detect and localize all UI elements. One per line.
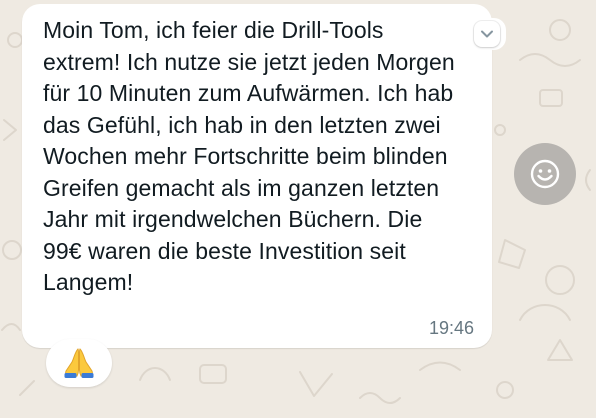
message-bubble[interactable]: Moin Tom, ich feier die Drill-Tools extr…: [22, 4, 506, 348]
message-reaction[interactable]: [46, 339, 112, 387]
react-emoji-button[interactable]: [514, 143, 576, 205]
folded-hands-icon: [64, 348, 94, 378]
message-text: Moin Tom, ich feier die Drill-Tools extr…: [43, 17, 455, 295]
message-timestamp: 19:46: [428, 318, 474, 338]
smiley-icon: [530, 159, 560, 189]
message-menu-button[interactable]: [466, 18, 506, 50]
chevron-down-icon: [474, 21, 500, 47]
